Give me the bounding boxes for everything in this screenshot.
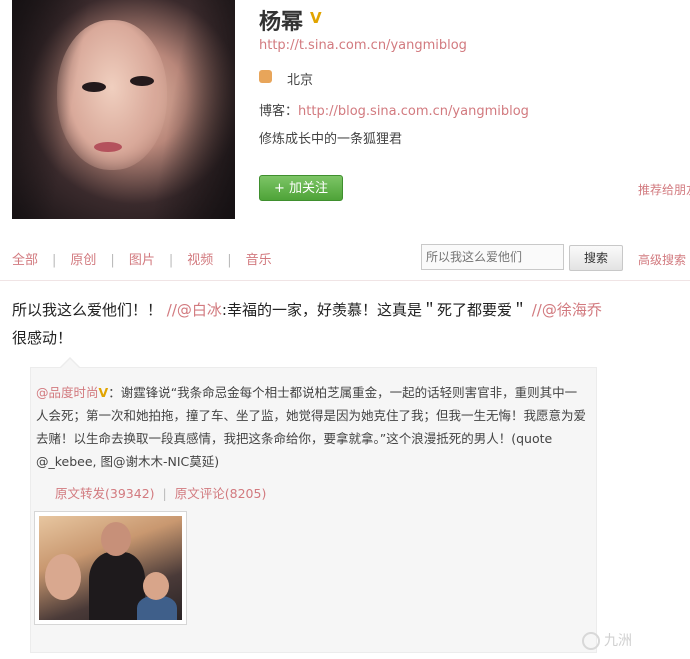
post-text-end: 很感动！ xyxy=(12,329,73,347)
blog-label: 博客： xyxy=(259,104,299,119)
tab-music[interactable]: 音乐 xyxy=(246,253,272,268)
repost-body: ：谢霆锋说“我条命忌金每个相士都说柏芝属重金，一起的话轻则害官非，重则其中一人会… xyxy=(36,385,587,469)
repost-image-thumbnail[interactable] xyxy=(34,511,187,625)
search-button[interactable]: 搜索 xyxy=(569,245,623,271)
profile-location: 北京 xyxy=(287,73,314,88)
profile-url-link[interactable]: http://t.sina.com.cn/yangmiblog xyxy=(259,38,467,53)
watermark: 九洲 xyxy=(582,630,632,650)
recommend-link[interactable]: 推荐给朋友 xyxy=(638,181,690,198)
tab-images[interactable]: 图片 xyxy=(129,253,155,268)
profile-name: 杨幂 xyxy=(259,10,304,35)
avatar-eye-right xyxy=(130,76,154,86)
post-text: 所以我这么爱他们！！ //@白冰:幸福的一家，好羡慕！这真是＂死了都要爱＂ //… xyxy=(12,299,602,320)
tab-separator: | xyxy=(168,253,174,268)
repost-text: @品度时尚V：谢霆锋说“我条命忌金每个相士都说柏芝属重金，一起的话轻则害官非，重… xyxy=(36,381,586,473)
advanced-search-link[interactable]: 高级搜索 xyxy=(638,251,686,268)
avatar-hair xyxy=(12,0,235,219)
search-input[interactable] xyxy=(421,244,564,270)
photo-person-center xyxy=(101,522,131,556)
post-text-start: 所以我这么爱他们！！ xyxy=(12,301,167,319)
blog-url-link[interactable]: http://blog.sina.com.cn/yangmiblog xyxy=(298,104,529,119)
family-photo xyxy=(39,516,182,620)
verified-badge-icon: V xyxy=(310,9,322,27)
tab-original[interactable]: 原创 xyxy=(70,253,96,268)
photo-child xyxy=(143,572,169,600)
verified-badge-icon: V xyxy=(98,385,109,400)
profile-blog-line: 博客：http://blog.sina.com.cn/yangmiblog xyxy=(259,100,529,119)
tab-all[interactable]: 全部 xyxy=(12,253,38,268)
repost-author-link[interactable]: @品度时尚 xyxy=(36,385,99,400)
avatar-lips xyxy=(94,142,122,152)
tab-videos[interactable]: 视频 xyxy=(187,253,213,268)
watermark-logo-icon xyxy=(582,632,600,650)
original-forward-link[interactable]: 原文转发(39342) xyxy=(55,486,155,501)
divider xyxy=(0,280,690,281)
feed-tabs: 全部 | 原创 | 图片 | 视频 | 音乐 xyxy=(12,249,272,268)
tab-separator: | xyxy=(52,253,57,268)
original-comment-link[interactable]: 原文评论(8205) xyxy=(175,486,267,501)
profile-avatar[interactable] xyxy=(12,0,235,219)
follow-button[interactable]: + 加关注 xyxy=(259,175,343,201)
post-mention-link[interactable]: //@徐海乔 xyxy=(532,301,602,319)
tab-separator: | xyxy=(227,253,232,268)
post-mention-link[interactable]: //@白冰 xyxy=(167,301,222,319)
stats-separator: | xyxy=(162,486,167,501)
post-text-mid: :幸福的一家，好羡慕！这真是＂死了都要爱＂ xyxy=(221,301,532,319)
profile-bio: 修炼成长中的一条狐狸君 xyxy=(259,132,403,147)
repost-box-pointer-inner xyxy=(61,359,79,368)
watermark-text: 九洲 xyxy=(604,633,632,649)
photo-person-left xyxy=(45,554,81,600)
avatar-eye-left xyxy=(82,82,106,92)
tab-separator: | xyxy=(110,253,115,268)
repost-stats: 原文转发(39342) | 原文评论(8205) xyxy=(55,483,266,502)
user-location-icon xyxy=(259,70,272,83)
